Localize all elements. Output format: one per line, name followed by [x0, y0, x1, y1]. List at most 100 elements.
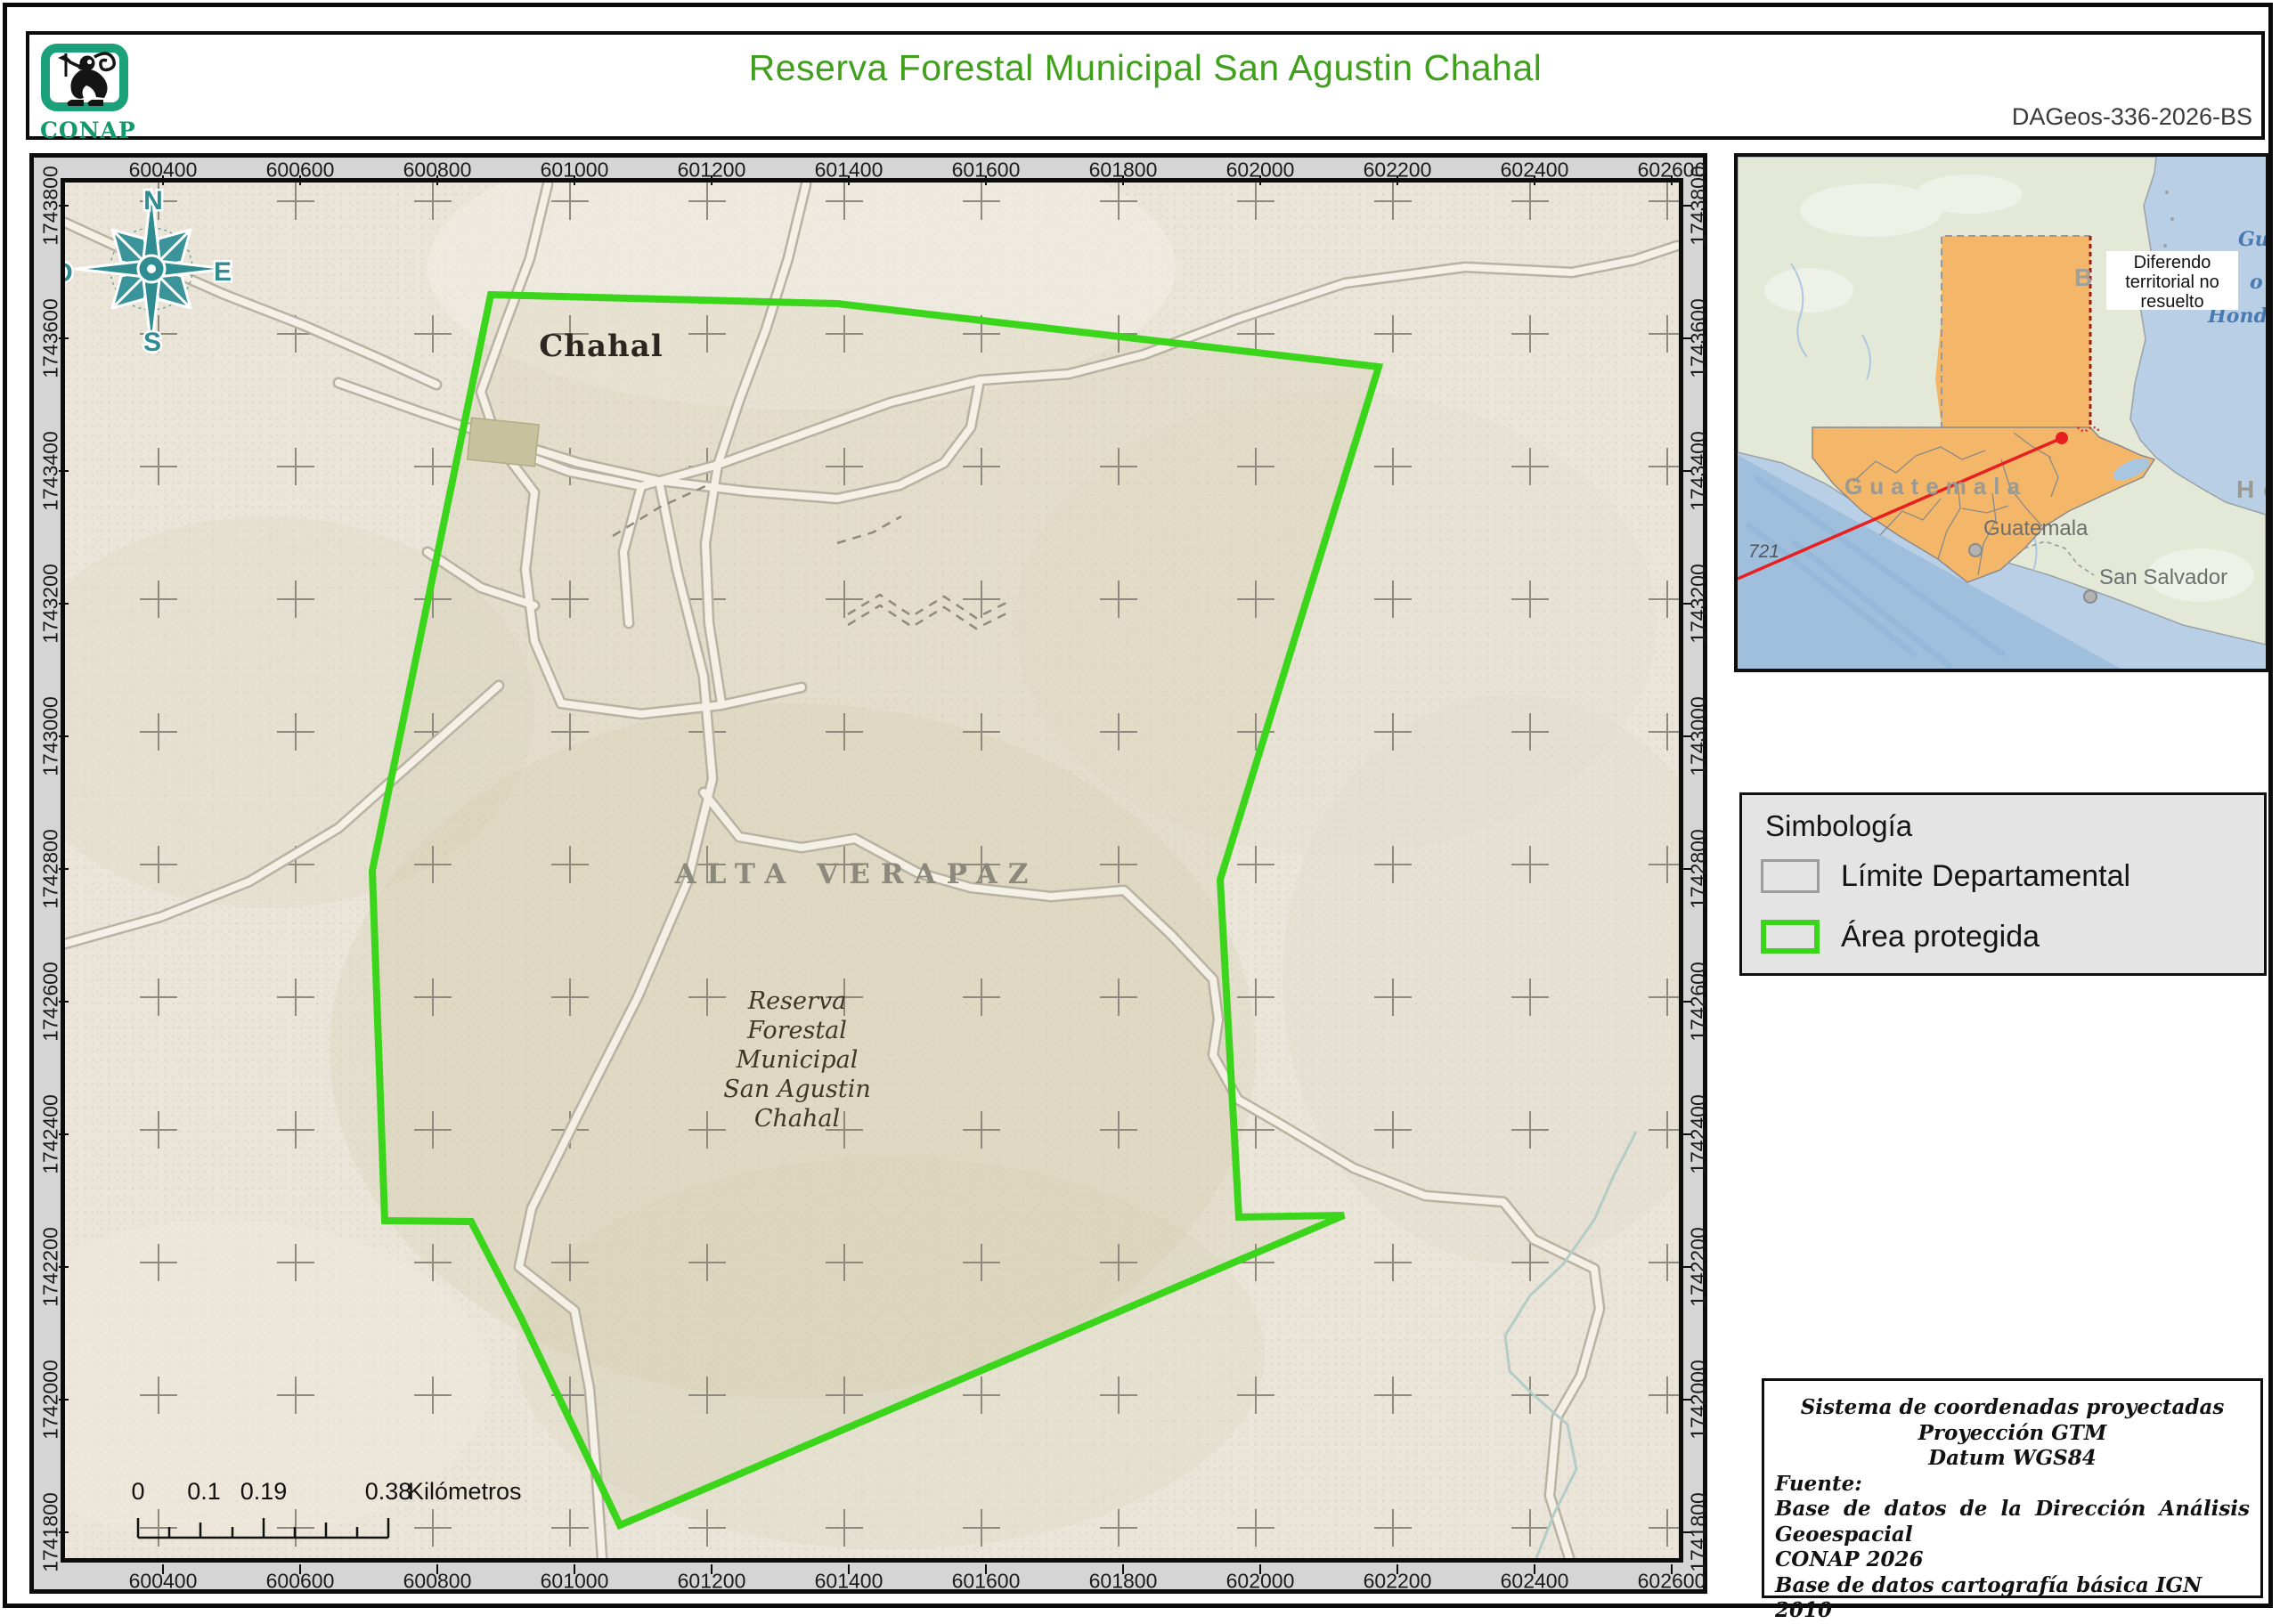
annotation-dot [2056, 432, 2068, 444]
inset-country-label: Guatemala [1844, 473, 2027, 500]
grid-tick [848, 1564, 850, 1574]
map-frame: N S E O Chahal ALTA VERAPAZ Reserva Fore… [29, 153, 1707, 1594]
legend: Simbología Límite Departamental Área pro… [1739, 792, 2267, 976]
svg-text:Municipal: Municipal [736, 1046, 859, 1074]
scale-bar-unit: Kilómetros [408, 1478, 522, 1505]
grid-tick [59, 1001, 69, 1003]
grid-tick [436, 1564, 438, 1574]
inset-honduras-label: Ho [2236, 475, 2269, 504]
grid-tick [848, 175, 850, 185]
grid-tick [162, 175, 164, 185]
conap-logo: CONAP [40, 44, 129, 143]
grid-tick [59, 1133, 69, 1135]
grid-tick [59, 735, 69, 737]
grid-tick [985, 1564, 987, 1574]
grid-tick [1682, 868, 1691, 870]
grid-tick [59, 603, 69, 605]
header: CONAP Reserva Forestal Municipal San Agu… [26, 31, 2265, 140]
grid-tick [1534, 1564, 1535, 1574]
conap-logo-text: CONAP [40, 118, 129, 143]
compass-rose-icon: N S E O [65, 186, 232, 357]
compass-e-label: E [214, 257, 232, 287]
grid-tick [1682, 1531, 1691, 1533]
grid-tick [436, 175, 438, 185]
departmental-boundary-swatch [1761, 859, 1820, 893]
grid-tick [1671, 175, 1673, 185]
svg-text:Reserva: Reserva [747, 987, 846, 1015]
scale-bar-value: 0.19 [240, 1478, 288, 1505]
grid-tick [1682, 603, 1691, 605]
credits-line: Base de datos cartografía básica IGN 201… [1775, 1573, 2250, 1624]
credits-line: Sistema de coordenadas proyectadas [1775, 1395, 2250, 1421]
grid-tick [1122, 175, 1124, 185]
inset-belize-label: B [2074, 264, 2092, 292]
inset-city-label: San Salvador [2099, 565, 2227, 590]
capital-dot [1969, 544, 1982, 556]
grid-tick [574, 175, 575, 185]
compass-s-label: S [143, 328, 161, 357]
grid-tick [1259, 175, 1261, 185]
scale-bar-value: 0 [131, 1478, 144, 1505]
grid-tick [1534, 175, 1535, 185]
credits-line: CONAP 2026 [1775, 1547, 2250, 1573]
grid-tick [299, 1564, 301, 1574]
road-number-label: 721 [1748, 541, 1779, 563]
grid-tick [299, 175, 301, 185]
grid-tick [1396, 175, 1398, 185]
town-label: Chahal [539, 329, 663, 364]
grid-tick [1682, 337, 1691, 339]
town-block [468, 418, 539, 467]
legend-title: Simbología [1765, 809, 1912, 843]
grid-tick [711, 175, 712, 185]
credits-line: Base de datos de la Dirección Análisis G… [1775, 1497, 2250, 1547]
grid-tick [985, 175, 987, 185]
grid-tick [1682, 1001, 1691, 1003]
credits-line: Proyección GTM [1775, 1421, 2250, 1447]
grid-tick [574, 1564, 575, 1574]
grid-tick [59, 1399, 69, 1401]
inset-map: Guatemala Guatemala San Salvador Ho B Gu… [1734, 153, 2269, 672]
grid-tick [1671, 1564, 1673, 1574]
conap-monkey-icon [41, 44, 128, 111]
map-canvas: N S E O Chahal ALTA VERAPAZ Reserva Fore… [61, 178, 1683, 1563]
legend-item-departmental: Límite Departamental [1761, 856, 2130, 897]
grid-tick [1259, 1564, 1261, 1574]
gulf-label-fragment: o [2250, 271, 2263, 294]
grid-tick [59, 337, 69, 339]
grid-tick [1396, 1564, 1398, 1574]
department-label: ALTA VERAPAZ [674, 858, 1039, 890]
grid-tick [1682, 470, 1691, 472]
credits-line: Fuente: [1775, 1472, 2250, 1498]
grid-tick [59, 1531, 69, 1533]
grid-tick [1682, 735, 1691, 737]
grid-tick [162, 1564, 164, 1574]
credits-line: Datum WGS84 [1775, 1446, 2250, 1472]
page-title: Reserva Forestal Municipal San Agustin C… [749, 47, 1543, 89]
grid-tick [59, 1266, 69, 1268]
grid-tick [1682, 1266, 1691, 1268]
svg-text:San Agustin: San Agustin [723, 1076, 870, 1103]
guatemala-peten [1935, 236, 2090, 427]
grid-tick [711, 1564, 712, 1574]
grid-tick [59, 205, 69, 207]
svg-text:Forestal: Forestal [746, 1017, 847, 1044]
compass-n-label: N [143, 186, 163, 215]
grid-tick [59, 868, 69, 870]
scale-bar-value: 0.1 [187, 1478, 221, 1505]
grid-tick [1122, 1564, 1124, 1574]
scale-bar-value: 0.38 [365, 1478, 412, 1505]
san-salvador-dot [2084, 590, 2097, 603]
grid-tick [59, 470, 69, 472]
credits-box: Sistema de coordenadas proyectadasProyec… [1762, 1378, 2263, 1598]
compass-o-label: O [65, 258, 73, 288]
territorial-dispute-callout: Diferendo territorial no resuelto [2106, 251, 2238, 310]
protected-area-swatch [1761, 920, 1820, 954]
grid-tick [1682, 1399, 1691, 1401]
legend-item-protected-area: Área protegida [1761, 916, 2040, 957]
gulf-label-fragment: Gu [2238, 228, 2269, 251]
document-code: DAGeos-336-2026-BS [2012, 103, 2252, 131]
inset-capital-label: Guatemala [1983, 516, 2088, 541]
grid-tick [1682, 1133, 1691, 1135]
svg-text:Chahal: Chahal [754, 1105, 840, 1133]
grid-tick [1682, 205, 1691, 207]
